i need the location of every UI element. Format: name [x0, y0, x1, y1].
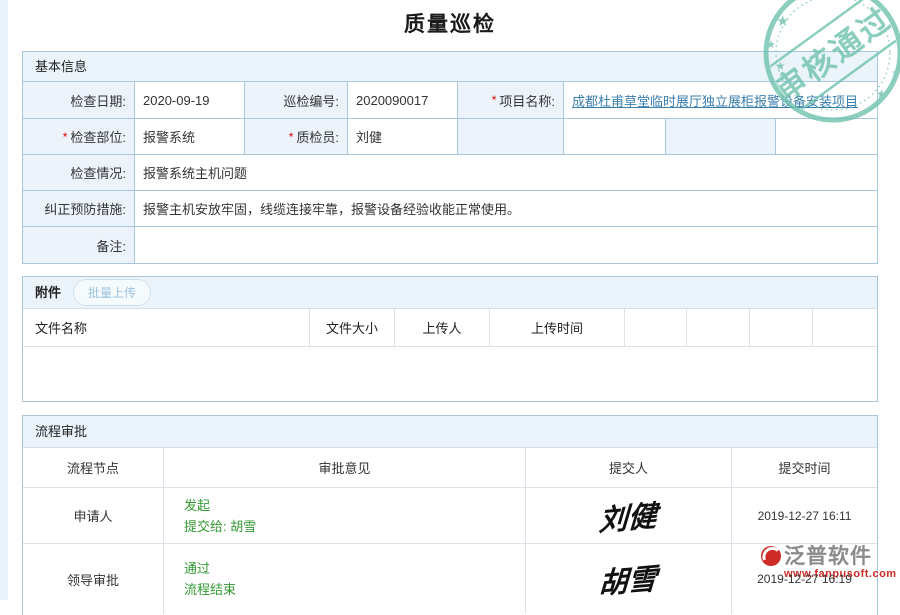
corrective-measure-label-text: 纠正预防措施: [44, 199, 126, 218]
remark-label: 备注: [23, 227, 135, 263]
corrective-measure-value: 报警主机安放牢固，线缆连接牢靠，报警设备经验收能正常使用。 [135, 191, 877, 227]
required-asterisk: * [492, 93, 497, 107]
stamp-star-icon: ★ [891, 68, 900, 79]
inspector-label-text: 质检员: [296, 127, 339, 146]
col-header-flow-node: 流程节点 [23, 448, 164, 488]
inspect-date-label: 检查日期: [23, 82, 135, 119]
project-name-label-text: 项目名称: [499, 91, 555, 110]
empty-label-cell [458, 119, 564, 155]
opinion-initiate: 发起 [184, 495, 210, 516]
flow-node-leader-approval: 领导审批 [23, 544, 164, 614]
opinion-submitted-to: 提交给: 胡雪 [184, 516, 256, 537]
submitter-signature: 胡雪 [598, 555, 658, 602]
inspect-date-value: 2020-09-19 [135, 82, 245, 119]
col-header-file-name: 文件名称 [23, 309, 310, 347]
flow-node-applicant: 申请人 [23, 488, 164, 544]
empty-value-cell [776, 119, 877, 155]
patrol-no-value: 2020090017 [348, 82, 458, 119]
submitter-signature-cell: 胡雪 [526, 544, 732, 614]
basic-info-section-title: 基本信息 [23, 52, 877, 82]
col-header-file-size: 文件大小 [310, 309, 395, 347]
submitter-signature: 刘健 [598, 492, 658, 539]
remark-label-text: 备注: [96, 236, 126, 255]
inspector-value: 刘健 [348, 119, 458, 155]
attachments-empty-body [23, 347, 877, 401]
situation-value: 报警系统主机问题 [135, 155, 877, 191]
project-name-link[interactable]: 成都杜甫草堂临时展厅独立展柜报警设备安装项目 [572, 91, 858, 110]
stamp-star-icon: ★ [766, 39, 776, 51]
inspect-part-label-text: 检查部位: [70, 127, 126, 146]
patrol-no-label: 巡检编号: [245, 82, 348, 119]
corrective-measure-label: 纠正预防措施: [23, 191, 135, 227]
submit-time: 2019-12-27 16:19 [757, 572, 852, 586]
attachments-section-title: 附件 [35, 277, 61, 309]
submit-time-cell: 2019-12-27 16:19 [732, 544, 877, 614]
approval-table: 流程节点 审批意见 提交人 提交时间 申请人 发起 提交给: 胡雪 刘健 201… [23, 448, 877, 614]
required-asterisk: * [63, 130, 68, 144]
patrol-no-label-text: 巡检编号: [283, 91, 339, 110]
project-name-value: 成都杜甫草堂临时展厅独立展柜报警设备安装项目 [564, 82, 877, 119]
opinion-passed: 通过 [184, 558, 210, 579]
col-header-upload-time: 上传时间 [490, 309, 625, 347]
attachments-table-header: 文件名称 文件大小 上传人 上传时间 [23, 309, 877, 347]
situation-label: 检查情况: [23, 155, 135, 191]
submit-time-cell: 2019-12-27 16:11 [732, 488, 877, 544]
col-header-submit-time: 提交时间 [732, 448, 877, 488]
approval-flow-section: 流程审批 流程节点 审批意见 提交人 提交时间 申请人 发起 提交给: 胡雪 刘… [22, 415, 878, 615]
inspector-label: *质检员: [245, 119, 348, 155]
page-left-margin-strip [0, 0, 8, 600]
col-header-empty [687, 309, 750, 347]
basic-info-table: 检查日期: 2020-09-19 巡检编号: 2020090017 *项目名称:… [23, 82, 877, 263]
approval-opinion-cell: 通过 流程结束 [164, 544, 526, 614]
inspect-part-value: 报警系统 [135, 119, 245, 155]
submit-time: 2019-12-27 16:11 [758, 509, 852, 523]
inspect-part-label: *检查部位: [23, 119, 135, 155]
page-title: 质量巡检 [0, 8, 900, 38]
empty-value-cell [564, 119, 666, 155]
remark-value [135, 227, 877, 263]
situation-label-text: 检查情况: [70, 163, 126, 182]
attachments-section: 附件 批量上传 文件名称 文件大小 上传人 上传时间 [22, 276, 878, 402]
col-header-empty [625, 309, 687, 347]
col-header-approval-opinion: 审批意见 [164, 448, 526, 488]
col-header-uploader: 上传人 [395, 309, 490, 347]
submitter-signature-cell: 刘健 [526, 488, 732, 544]
opinion-flow-end: 流程结束 [184, 579, 236, 600]
basic-info-section: 基本信息 检查日期: 2020-09-19 巡检编号: 2020090017 *… [22, 51, 878, 264]
approval-opinion-cell: 发起 提交给: 胡雪 [164, 488, 526, 544]
attachments-section-header: 附件 批量上传 [23, 277, 877, 309]
empty-label-cell [666, 119, 776, 155]
approval-section-title: 流程审批 [23, 416, 877, 448]
project-name-label: *项目名称: [458, 82, 564, 119]
col-header-empty [813, 309, 877, 347]
inspect-date-label-text: 检查日期: [70, 91, 126, 110]
col-header-submitter: 提交人 [526, 448, 732, 488]
batch-upload-button[interactable]: 批量上传 [73, 279, 151, 306]
required-asterisk: * [289, 130, 294, 144]
col-header-empty [750, 309, 813, 347]
